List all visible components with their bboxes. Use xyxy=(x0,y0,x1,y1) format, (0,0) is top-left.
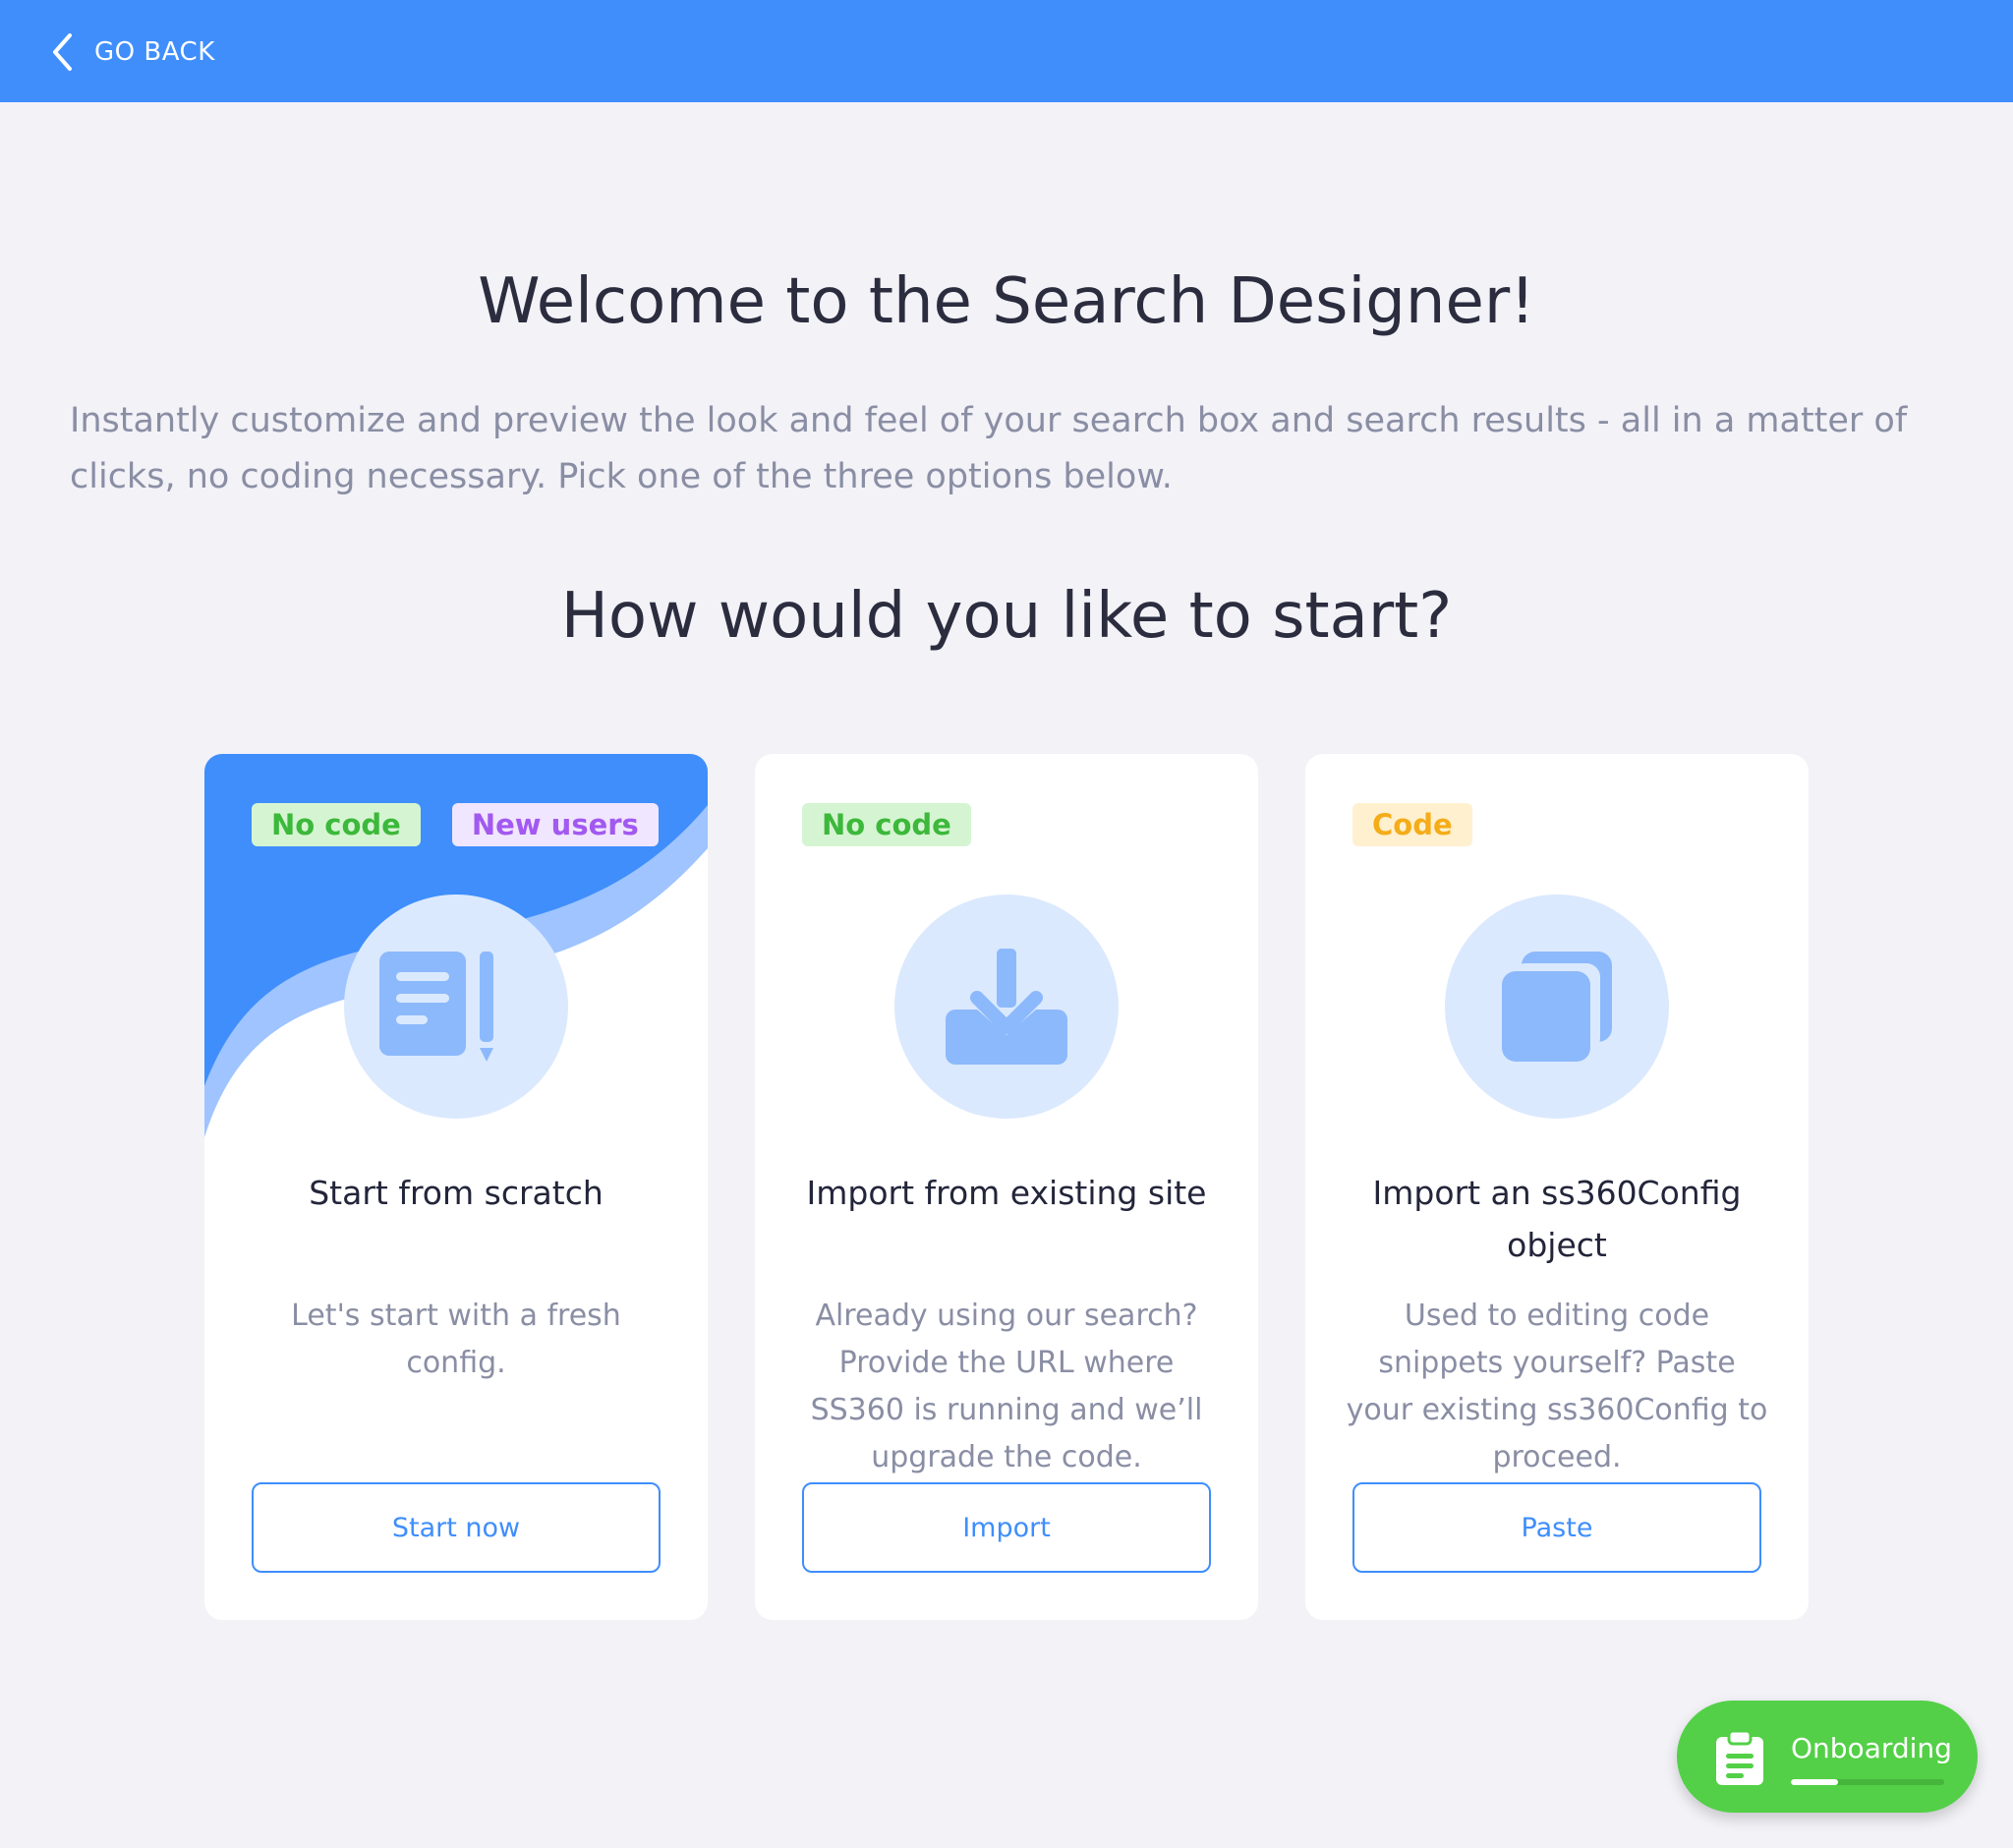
card-description: Used to editing code snippets yourself? … xyxy=(1346,1299,1768,1474)
card-tags: No code New users xyxy=(252,803,659,846)
page-title: Welcome to the Search Designer! xyxy=(478,265,1535,338)
top-bar: GO BACK xyxy=(0,0,2013,102)
card-tags: Code xyxy=(1352,803,1472,846)
card-icon-circle xyxy=(344,895,568,1119)
card-title: Import an ss360Config object xyxy=(1372,1174,1742,1264)
paste-button[interactable]: Paste xyxy=(1352,1482,1761,1573)
card-icon-circle xyxy=(1445,895,1669,1119)
card-icon-circle xyxy=(894,895,1119,1119)
card-title: Start from scratch xyxy=(309,1174,604,1212)
card-tags: No code xyxy=(802,803,971,846)
document-edit-icon xyxy=(379,952,493,1062)
tag-badge: New users xyxy=(451,803,659,846)
option-card-scratch[interactable]: No code New users Start from scratch Let… xyxy=(204,754,708,1620)
tag-badge: No code xyxy=(802,803,971,846)
onboarding-label: Onboarding xyxy=(1791,1732,1952,1764)
clipboard-icon xyxy=(1716,1730,1763,1785)
option-card-import-site[interactable]: No code Import from existing site Alread… xyxy=(755,754,1258,1620)
go-back-button[interactable]: GO BACK xyxy=(51,31,215,73)
onboarding-progress xyxy=(1791,1779,1944,1785)
card-title: Import from existing site xyxy=(806,1174,1207,1212)
tag-badge: No code xyxy=(252,803,421,846)
intro-text: Instantly customize and preview the look… xyxy=(70,401,1908,496)
onboarding-progress-fill xyxy=(1791,1779,1839,1785)
start-now-button[interactable]: Start now xyxy=(252,1482,661,1573)
download-icon xyxy=(946,949,1067,1065)
import-button[interactable]: Import xyxy=(802,1482,1211,1573)
copy-icon xyxy=(1502,952,1612,1062)
chevron-left-icon xyxy=(53,33,72,71)
option-card-import-config[interactable]: Code Import an ss360Config object Used t… xyxy=(1305,754,1809,1620)
card-description: Already using our search? Provide the UR… xyxy=(810,1299,1203,1474)
card-description: Let's start with a fresh config. xyxy=(291,1299,621,1380)
go-back-label: GO BACK xyxy=(94,37,215,67)
tag-badge: Code xyxy=(1352,803,1472,846)
section-subtitle: How would you like to start? xyxy=(560,580,1453,653)
onboarding-button[interactable]: Onboarding xyxy=(1677,1701,1978,1813)
